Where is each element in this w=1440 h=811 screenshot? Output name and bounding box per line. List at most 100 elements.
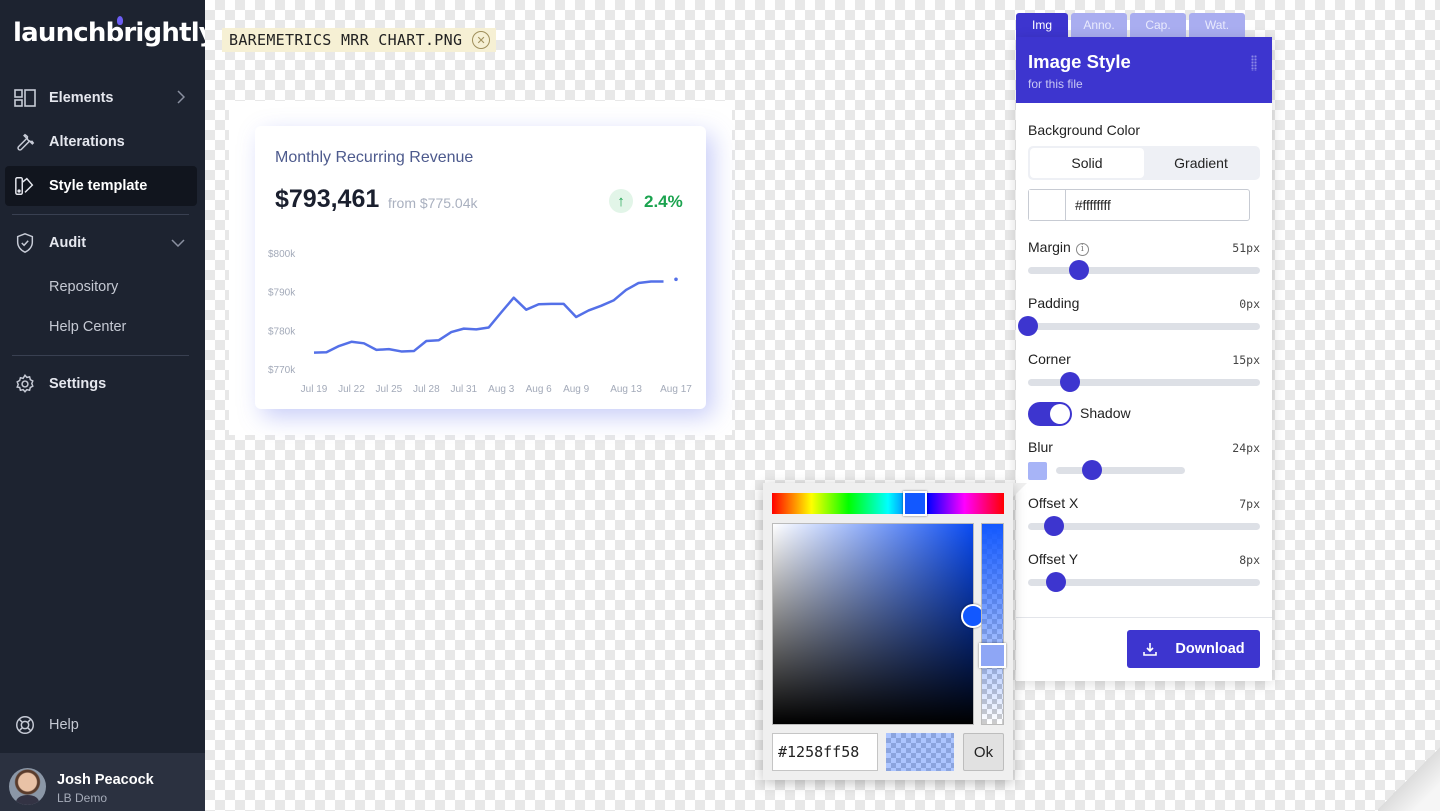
slider-thumb[interactable] <box>1045 572 1066 592</box>
alpha-thumb[interactable] <box>979 643 1006 668</box>
card-title: Monthly Recurring Revenue <box>275 149 474 166</box>
sidebar-subitem-repository[interactable]: Repository <box>49 279 118 295</box>
drag-handle-icon[interactable] <box>1251 55 1257 71</box>
info-icon[interactable]: i <box>1075 242 1089 256</box>
sidebar-item-label: Elements <box>49 90 114 106</box>
panel-footer-divider <box>1016 617 1272 618</box>
offset-y-label: Offset Y <box>1028 551 1079 567</box>
chevron-right-icon <box>177 90 185 104</box>
x-tick-label: Aug 3 <box>488 384 515 395</box>
sidebar-item-label: Help <box>49 717 79 733</box>
shadow-toggle[interactable] <box>1028 402 1072 426</box>
color-preview <box>886 733 954 771</box>
slider-thumb[interactable] <box>1069 260 1090 280</box>
user-profile[interactable]: Josh Peacock LB Demo <box>0 753 205 811</box>
color-swatch[interactable] <box>1029 190 1066 220</box>
y-tick-label: $780k <box>268 326 296 337</box>
padding-value: 0px <box>1239 297 1260 311</box>
download-button[interactable]: Download <box>1127 630 1260 668</box>
sidebar-item-audit[interactable]: Audit <box>5 223 197 263</box>
layout-icon <box>14 87 36 109</box>
offset-y-value: 8px <box>1239 553 1260 567</box>
blur-value: 24px <box>1232 441 1260 455</box>
corner-slider[interactable] <box>1028 372 1260 392</box>
x-tick-label: Aug 13 <box>610 384 642 395</box>
background-color-field[interactable]: #ffffffff <box>1028 189 1250 221</box>
sidebar-item-elements[interactable]: Elements <box>5 78 197 118</box>
palette-icon <box>14 175 36 197</box>
slider-thumb[interactable] <box>1018 316 1038 336</box>
series-point <box>674 277 678 282</box>
arrow-up-icon: ↑ <box>609 189 633 213</box>
y-tick-label: $770k <box>268 365 296 376</box>
padding-label: Padding <box>1028 295 1080 311</box>
x-tick-label: Jul 19 <box>301 384 328 395</box>
offset-x-value: 7px <box>1239 497 1260 511</box>
tab-wat[interactable]: Wat. <box>1189 13 1245 37</box>
x-tick-label: Jul 28 <box>413 384 440 395</box>
solid-option[interactable]: Solid <box>1030 148 1144 178</box>
x-tick-label: Aug 6 <box>526 384 553 395</box>
close-icon[interactable]: ✕ <box>472 31 491 49</box>
offset-x-label: Offset X <box>1028 495 1079 511</box>
corner-value: 15px <box>1232 353 1260 367</box>
sidebar: launchbrightly Elements Alterations Styl… <box>0 0 216 811</box>
sidebar-divider <box>12 214 189 215</box>
alpha-slider[interactable] <box>981 523 1004 725</box>
download-label: Download <box>1175 641 1245 657</box>
panel-title: Image Style <box>1028 51 1131 72</box>
image-style-panel: Image Style for this file Background Col… <box>1016 37 1272 681</box>
shadow-color-swatch[interactable] <box>1028 462 1047 480</box>
sidebar-item-help[interactable]: Help <box>5 705 197 745</box>
avatar <box>9 768 46 805</box>
shield-check-icon <box>14 232 36 254</box>
gradient-option[interactable]: Gradient <box>1144 148 1258 178</box>
hue-thumb[interactable] <box>903 491 927 516</box>
blur-slider[interactable] <box>1056 460 1185 480</box>
series-line <box>313 280 664 354</box>
x-tick-label: Jul 31 <box>450 384 477 395</box>
slider-thumb[interactable] <box>1043 516 1064 536</box>
tab-img[interactable]: Img <box>1016 13 1068 37</box>
offset-y-slider[interactable] <box>1028 572 1260 592</box>
slider-thumb[interactable] <box>1059 372 1080 392</box>
card-from: from $775.04k <box>388 195 478 211</box>
sidebar-item-alterations[interactable]: Alterations <box>5 122 197 162</box>
ok-button[interactable]: Ok <box>963 733 1004 771</box>
sidebar-subitem-help-center[interactable]: Help Center <box>49 319 126 335</box>
margin-label: Margin i <box>1028 239 1089 256</box>
card-value: $793,461 <box>275 185 380 213</box>
margin-slider[interactable] <box>1028 260 1260 280</box>
card-change: 2.4% <box>644 192 683 211</box>
toggle-knob <box>1050 404 1070 424</box>
lifebuoy-icon <box>14 714 36 736</box>
x-tick-label: Jul 25 <box>376 384 403 395</box>
sidebar-item-label: Settings <box>49 376 107 392</box>
sidebar-item-style-template[interactable]: Style template <box>5 166 197 206</box>
offset-x-slider[interactable] <box>1028 516 1260 536</box>
shadow-label: Shadow <box>1080 405 1131 421</box>
x-tick-label: Aug 9 <box>563 384 590 395</box>
sidebar-item-settings[interactable]: Settings <box>5 364 197 404</box>
color-picker: #1258ff58 Ok <box>763 483 1013 780</box>
user-name: Josh Peacock <box>57 772 154 788</box>
saturation-value-area[interactable] <box>772 523 974 725</box>
background-color-hex[interactable]: #ffffffff <box>1066 190 1111 220</box>
sidebar-divider <box>12 355 189 356</box>
file-name: BAREMETRICS MRR CHART.PNG <box>229 31 463 49</box>
download-icon <box>1142 641 1158 657</box>
picker-hex-input[interactable]: #1258ff58 <box>772 733 878 771</box>
tab-cap[interactable]: Cap. <box>1130 13 1186 37</box>
blur-label: Blur <box>1028 439 1053 455</box>
app-logo[interactable]: launchbrightly <box>13 16 216 48</box>
slider-thumb[interactable] <box>1082 460 1103 480</box>
tab-anno[interactable]: Anno. <box>1071 13 1127 37</box>
background-type-toggle: Solid Gradient <box>1028 146 1260 180</box>
y-tick-label: $790k <box>268 288 296 299</box>
padding-slider[interactable] <box>1018 316 1260 336</box>
panel-header: Image Style for this file <box>1016 37 1272 103</box>
x-tick-label: Jul 22 <box>338 384 365 395</box>
corner-label: Corner <box>1028 351 1071 367</box>
page-curl-decoration <box>1378 745 1440 811</box>
hue-slider[interactable] <box>772 493 1004 514</box>
